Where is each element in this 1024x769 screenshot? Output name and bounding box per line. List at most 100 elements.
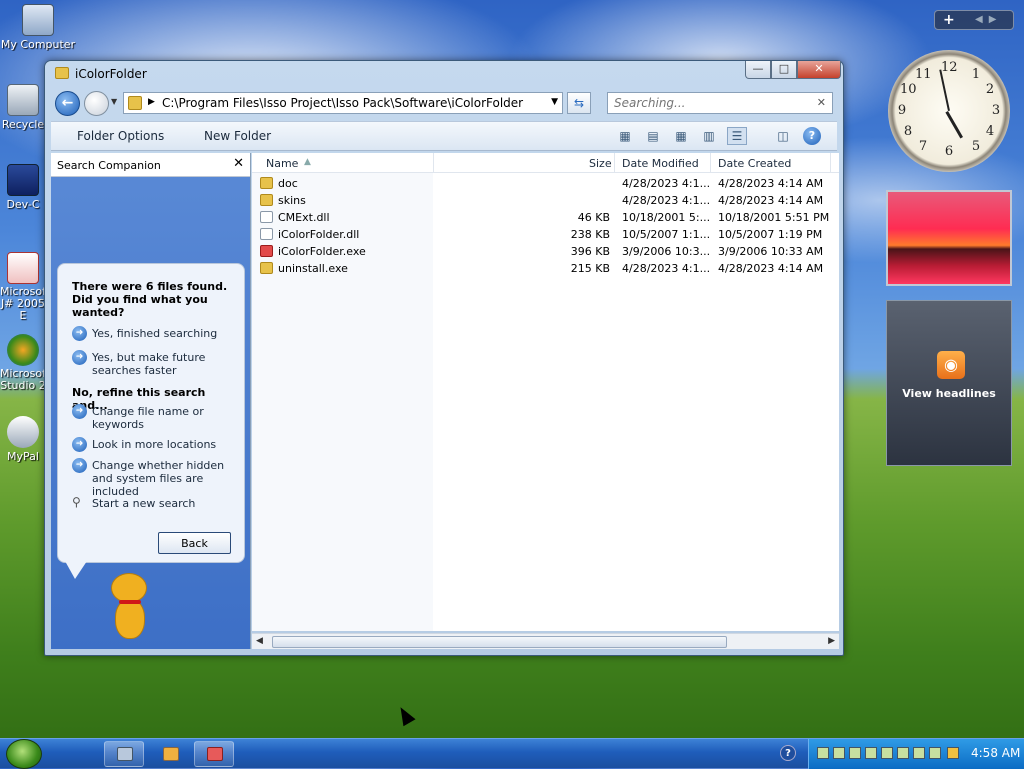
slideshow-gadget[interactable] [886,190,1012,286]
tray-search-icon[interactable] [947,747,959,759]
column-header-size[interactable]: Size [589,157,612,170]
start-button[interactable] [6,739,42,769]
search-companion-pane: Search Companion ✕ There were 6 files fo… [51,153,251,649]
column-separator[interactable] [433,153,434,173]
gadget-nav-icon[interactable]: ◀▶ [975,14,1002,25]
desktop-icon-my-computer[interactable]: My Computer [0,4,76,51]
scrollbar-thumb[interactable] [272,636,727,648]
folder-options-button[interactable]: Folder Options [77,129,164,143]
clock-number: 3 [991,103,1001,118]
chevron-down-icon[interactable]: ▼ [551,97,558,107]
file-size: 396 KB [570,245,610,258]
clock-gadget[interactable]: 12 1 2 3 4 5 6 7 8 9 10 11 [888,50,1010,172]
option-label: Start a new search [92,497,196,510]
refresh-button[interactable]: ⇆ [567,92,591,114]
table-row[interactable]: skins 4/28/2023 4:1... 4/28/2023 4:14 AM [252,192,839,209]
desktop-icon-recycle[interactable]: Recycle [0,84,46,131]
table-row[interactable]: uninstall.exe 215 KB 4/28/2023 4:1... 4/… [252,260,839,277]
preview-pane-icon[interactable]: ◫ [773,127,793,145]
new-folder-button[interactable]: New Folder [204,129,271,143]
title-bar[interactable]: iColorFolder — □ ✕ [45,61,843,87]
folder-icon [260,194,273,206]
close-button[interactable]: ✕ [797,61,841,79]
file-date-modified: 4/28/2023 4:1... [622,262,711,275]
clock-number: 1 [971,67,981,82]
address-path: C:\Program Files\Isso Project\Isso Pack\… [162,96,524,110]
clear-search-icon[interactable]: ✕ [817,96,826,109]
scroll-left-icon[interactable]: ◀ [256,636,263,646]
column-header-name[interactable]: Name [266,157,298,170]
column-separator[interactable] [710,153,711,173]
search-dog-icon[interactable] [101,573,161,643]
desktop-icon-j-sharp[interactable]: Microsoft J# 2005 E [0,252,46,322]
view-details-icon[interactable]: ☰ [727,127,747,145]
column-header-date-created[interactable]: Date Created [718,157,791,170]
dog-body [115,599,145,639]
help-icon[interactable]: ? [780,745,796,761]
clock-minute-hand [939,69,950,111]
results-question: There were 6 files found. Did you find w… [72,280,228,319]
dev-cpp-icon [7,164,39,196]
tray-app-icon[interactable] [929,747,941,759]
feed-label: View headlines [902,387,996,400]
help-icon[interactable]: ? [803,127,821,145]
command-toolbar: Folder Options New Folder ▦ ▤ ▦ ▥ ☰ ◫ ? [51,121,837,151]
tray-app-icon[interactable] [881,747,893,759]
file-date-modified: 4/28/2023 4:1... [622,177,711,190]
scroll-right-icon[interactable]: ▶ [828,636,835,646]
option-label: Yes, but make future searches faster [92,351,206,377]
tray-app-icon[interactable] [897,747,909,759]
table-row[interactable]: doc 4/28/2023 4:1... 4/28/2023 4:14 AM [252,175,839,192]
minimize-button[interactable]: — [745,61,771,79]
chevron-right-icon[interactable]: ▶ [148,97,155,107]
clock-number: 2 [985,82,995,97]
tray-monitor-icon[interactable] [849,747,861,759]
taskbar-clock[interactable]: 4:58 AM [971,746,1020,760]
table-row[interactable]: iColorFolder.exe 396 KB 3/9/2006 10:3...… [252,243,839,260]
desktop-icon-visual-studio[interactable]: Microsoft Studio 2 [0,334,46,392]
back-button[interactable]: Back [158,532,231,554]
arrow-right-icon: ➜ [72,350,87,365]
tray-app-icon[interactable] [865,747,877,759]
file-size: 238 KB [570,228,610,241]
column-separator[interactable] [830,153,831,173]
dog-collar [119,600,141,604]
search-companion-header: Search Companion ✕ [51,153,250,177]
back-arrow-icon[interactable]: ← [55,91,80,116]
add-gadget-icon[interactable]: + [943,12,955,28]
table-row[interactable]: CMExt.dll 46 KB 10/18/2001 5:... 10/18/2… [252,209,839,226]
view-tiles-icon[interactable]: ▤ [643,127,663,145]
taskbar-media-player[interactable] [150,741,190,767]
tray-app-icon[interactable] [913,747,925,759]
arrow-right-icon: ➜ [72,458,87,473]
view-extra-large-icons-icon[interactable]: ▦ [615,127,635,145]
view-icons-icon[interactable]: ▦ [671,127,691,145]
tray-network-icon[interactable] [817,747,829,759]
dog-head [111,573,147,603]
address-bar[interactable]: ▶ C:\Program Files\Isso Project\Isso Pac… [123,92,563,114]
close-pane-icon[interactable]: ✕ [233,156,244,171]
taskbar: ? 4:58 AM [0,738,1024,769]
taskbar-explorer-window[interactable] [194,741,234,767]
search-input[interactable] [612,94,802,112]
desktop-icon-dev-c[interactable]: Dev-C [0,164,46,211]
feed-headlines-gadget[interactable]: ◉ View headlines [886,300,1012,466]
forward-arrow-icon[interactable] [84,91,109,116]
horizontal-scrollbar[interactable]: ◀ ▶ [252,633,839,649]
history-dropdown-icon[interactable]: ▼ [111,97,117,106]
column-header-date-modified[interactable]: Date Modified [622,157,699,170]
option-label: Change whether hidden and system files a… [92,459,225,498]
table-row[interactable]: iColorFolder.dll 238 KB 10/5/2007 1:1...… [252,226,839,243]
tray-app-icon[interactable] [833,747,845,759]
address-row: ← ▼ ▶ C:\Program Files\Isso Project\Isso… [51,89,837,117]
visual-studio-icon [7,334,39,366]
view-list-icon[interactable]: ▥ [699,127,719,145]
taskbar-show-desktop[interactable] [104,741,144,767]
desktop-icon-mypal[interactable]: MyPal [0,416,46,463]
file-list: Name ▲ Size Date Modified Date Created d… [252,153,839,631]
computer-icon [22,4,54,36]
column-separator[interactable] [614,153,615,173]
maximize-button[interactable]: □ [771,61,797,79]
rss-icon: ◉ [937,351,965,379]
clock-number: 9 [897,103,907,118]
